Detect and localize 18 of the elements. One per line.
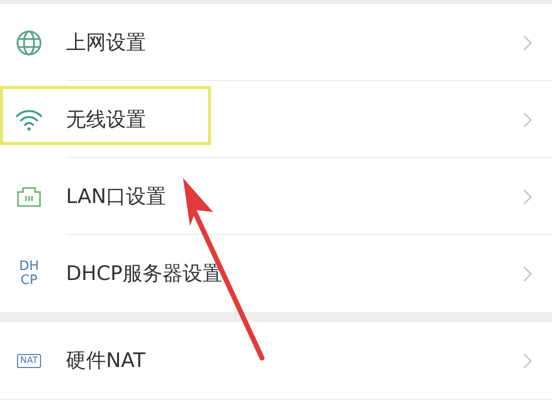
wifi-icon [15, 108, 43, 130]
chevron-icon [523, 266, 532, 282]
ethernet-port-icon [16, 186, 42, 208]
nat-icon: NAT [17, 354, 41, 368]
chevron-icon [523, 352, 532, 368]
settings-row[interactable]: NAT 硬件NAT [0, 322, 552, 399]
chevron-icon [523, 34, 532, 50]
settings-row[interactable]: LAN口设置 [0, 158, 552, 235]
chevron-icon [523, 112, 532, 128]
row-label: LAN口设置 [66, 183, 168, 210]
dhcp-icon: DH CP [19, 260, 39, 288]
settings-row[interactable]: 无线设置 [0, 81, 552, 158]
globe-icon [16, 30, 42, 56]
chevron-icon [523, 188, 532, 204]
settings-row[interactable]: 上网设置 [0, 4, 552, 81]
row-label: 硬件NAT [66, 347, 146, 374]
row-label: 上网设置 [66, 29, 147, 56]
row-label: 无线设置 [66, 106, 147, 133]
